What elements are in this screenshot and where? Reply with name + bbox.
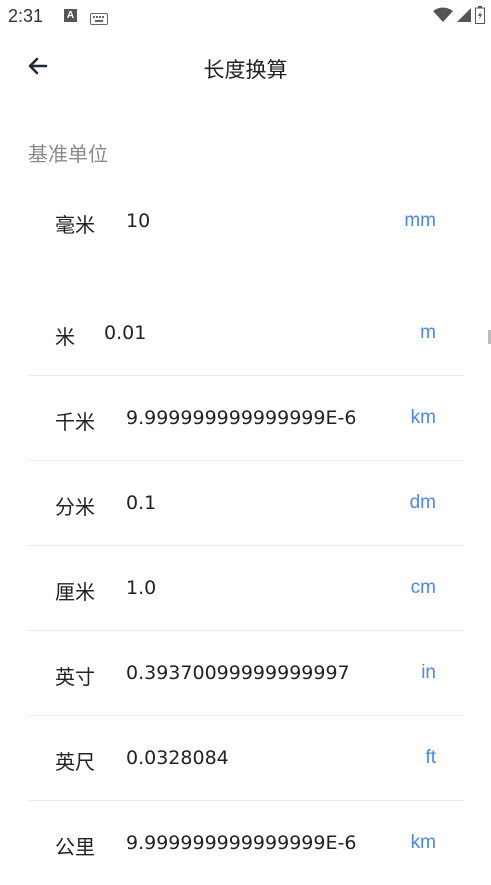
- unit-name: 分米: [55, 495, 95, 519]
- status-bar: 2:31 A: [0, 0, 491, 34]
- unit-symbol: dm: [409, 492, 436, 513]
- unit-symbol: mm: [404, 210, 436, 231]
- base-value-input[interactable]: [126, 210, 396, 232]
- unit-symbol: in: [421, 662, 436, 683]
- a-icon: A: [64, 9, 77, 22]
- unit-name: 厘米: [55, 580, 95, 604]
- unit-value: 0.0328084: [126, 747, 229, 769]
- base-unit-row: 毫米 mm: [28, 190, 464, 275]
- unit-name: 英尺: [55, 750, 95, 774]
- unit-name: 公里: [55, 835, 95, 859]
- unit-name: 千米: [55, 410, 95, 434]
- unit-value: 0.1: [126, 492, 157, 514]
- conversion-row-in: 英寸 0.39370099999999997 in: [28, 630, 464, 716]
- unit-value: 1.0: [126, 577, 157, 599]
- wifi-icon: [433, 7, 453, 27]
- unit-name: 毫米: [55, 213, 95, 237]
- keyboard-icon: [90, 10, 108, 29]
- unit-symbol: m: [420, 322, 436, 343]
- battery-icon: [475, 6, 485, 28]
- conversion-row-cm: 厘米 1.0 cm: [28, 545, 464, 631]
- page-title: 长度换算: [203, 58, 288, 82]
- unit-symbol: cm: [410, 577, 436, 598]
- unit-symbol: ft: [425, 747, 436, 768]
- unit-name: 英寸: [55, 665, 95, 689]
- unit-value: 9.999999999999999E-6: [126, 407, 357, 429]
- conversion-row-gongli: 公里 9.999999999999999E-6 km: [28, 800, 464, 885]
- unit-name: 米: [55, 325, 75, 349]
- conversion-row-km: 千米 9.999999999999999E-6 km: [28, 375, 464, 461]
- conversion-row-m: 米 0.01 m: [28, 290, 464, 376]
- unit-value: 0.39370099999999997: [126, 662, 350, 684]
- unit-symbol: km: [410, 407, 436, 428]
- app-bar: 长度换算: [0, 34, 491, 102]
- conversion-row-ft: 英尺 0.0328084 ft: [28, 715, 464, 801]
- signal-icon: [456, 7, 472, 27]
- status-time: 2:31: [8, 6, 44, 26]
- unit-value: 9.999999999999999E-6: [126, 832, 357, 854]
- section-label-base-unit: 基准单位: [28, 142, 108, 166]
- unit-value: 0.01: [104, 322, 147, 344]
- unit-symbol: km: [410, 832, 436, 853]
- conversion-row-dm: 分米 0.1 dm: [28, 460, 464, 546]
